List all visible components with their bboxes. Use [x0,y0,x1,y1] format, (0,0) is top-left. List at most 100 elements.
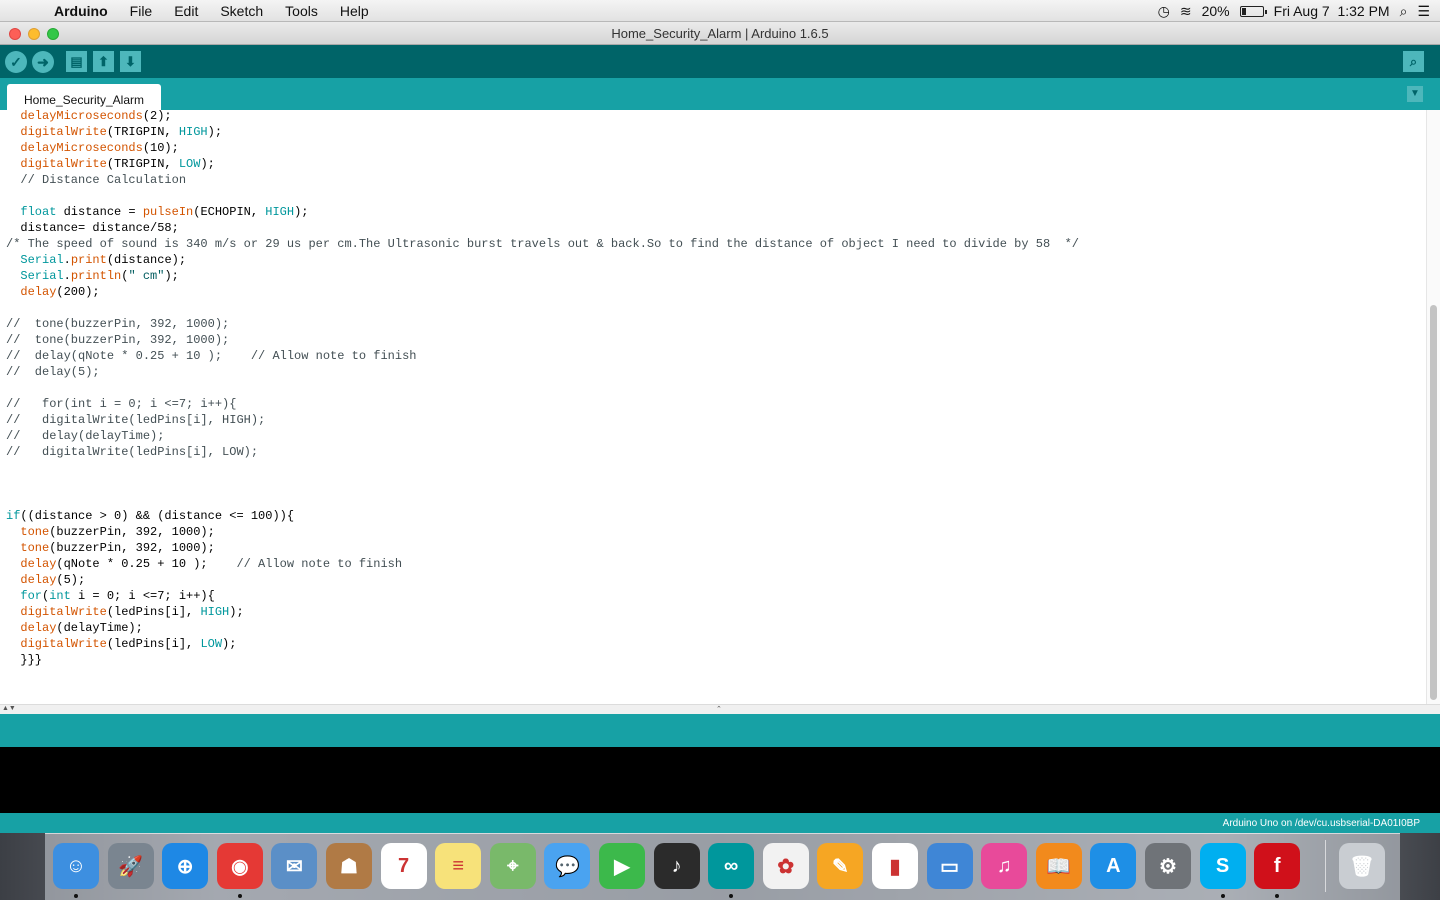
code-token: (buzzerPin, 392, 1000); [49,541,215,555]
code-line[interactable]: digitalWrite(ledPins[i], LOW); [6,636,1079,652]
code-area[interactable]: delayMicroseconds(2); digitalWrite(TRIGPI… [6,110,1079,668]
new-file-icon: ▤ [70,54,83,69]
dock-pages-icon[interactable]: ✎ [817,843,864,889]
save-sketch-button[interactable]: ⬇ [120,51,141,72]
dock-safari-icon[interactable]: ⊕ [162,843,209,889]
clock[interactable]: Fri Aug 7 1:32 PM [1274,3,1390,19]
code-token: tone [20,525,50,539]
code-line[interactable]: tone(buzzerPin, 392, 1000); [6,524,1079,540]
dock-photos-icon[interactable]: ✿ [762,843,809,889]
dock-skype-icon[interactable]: S [1199,843,1246,889]
code-line[interactable]: delay(delayTime); [6,620,1079,636]
code-line[interactable]: digitalWrite(ledPins[i], HIGH); [6,604,1079,620]
code-line[interactable]: delay(200); [6,284,1079,300]
dock-system-preferences-icon[interactable]: ⚙ [1145,843,1191,889]
code-line[interactable]: if((distance > 0) && (distance <= 100)){ [6,508,1079,524]
code-line[interactable]: // for(int i = 0; i <=7; i++){ [6,396,1079,412]
dock-maps-icon[interactable]: ⌖ [489,843,536,889]
code-line[interactable] [6,188,1079,204]
code-token: /* The speed of sound is 340 m/s or 29 u… [6,237,1079,251]
dock-numbers-icon[interactable]: ▮ [872,843,918,889]
divider-grip-icon[interactable]: ⌃ [716,705,722,713]
new-sketch-button[interactable]: ▤ [66,51,87,72]
collapse-arrows-icon[interactable]: ▲▼ [2,705,16,712]
verify-button[interactable]: ✓ [5,51,27,73]
code-token: // delay(qNote * 0.25 + 10 ); // Allow n… [6,349,417,363]
code-line[interactable]: delay(qNote * 0.25 + 10 ); // Allow note… [6,556,1079,572]
code-line[interactable]: // Distance Calculation [6,172,1079,188]
code-line[interactable]: for(int i = 0; i <=7; i++){ [6,588,1079,604]
dock-arduino-icon[interactable]: ∞ [708,843,755,889]
close-window-button[interactable] [9,28,21,40]
code-line[interactable]: tone(buzzerPin, 392, 1000); [6,540,1079,556]
code-token: }}} [20,653,42,667]
code-line[interactable]: // delay(qNote * 0.25 + 10 ); // Allow n… [6,348,1079,364]
vertical-scrollbar[interactable] [1426,110,1440,704]
code-line[interactable]: /* The speed of sound is 340 m/s or 29 u… [6,236,1079,252]
tab-menu-button[interactable]: ▼ [1407,86,1423,102]
code-editor[interactable]: delayMicroseconds(2); digitalWrite(TRIGPI… [0,110,1440,704]
dock-messages-icon[interactable]: 💬 [544,843,591,889]
tab-home-security-alarm[interactable]: Home_Security_Alarm [7,84,161,110]
code-line[interactable] [6,300,1079,316]
code-line[interactable]: distance= distance/58; [6,220,1079,236]
code-line[interactable]: delay(5); [6,572,1079,588]
dock-facetime-icon[interactable]: ▶ [599,843,645,889]
code-line[interactable]: // delay(5); [6,364,1079,380]
dock-chrome-icon[interactable]: ◉ [216,843,263,889]
minimize-window-button[interactable] [28,28,40,40]
code-line[interactable]: // tone(buzzerPin, 392, 1000); [6,332,1079,348]
code-line[interactable]: delayMicroseconds(10); [6,140,1079,156]
menu-help[interactable]: Help [329,3,380,19]
menu-edit[interactable]: Edit [163,3,209,19]
chevron-down-icon: ▼ [1410,88,1420,99]
menu-sketch[interactable]: Sketch [209,3,274,19]
code-line[interactable]: // digitalWrite(ledPins[i], LOW); [6,444,1079,460]
code-line[interactable]: }}} [6,652,1079,668]
code-line[interactable] [6,380,1079,396]
code-line[interactable]: Serial.println(" cm"); [6,268,1079,284]
code-token: digitalWrite [20,125,107,139]
code-token: ); [222,637,237,651]
dock-fritzing-icon[interactable]: f [1254,843,1301,889]
code-line[interactable]: delayMicroseconds(2); [6,110,1079,124]
code-line[interactable]: float distance = pulseIn(ECHOPIN, HIGH); [6,204,1079,220]
code-line[interactable]: Serial.print(distance); [6,252,1079,268]
battery-icon[interactable] [1239,5,1267,17]
dock-trash-icon[interactable]: 🗑 [1339,843,1385,889]
dock-app-store-icon[interactable]: A [1090,843,1137,889]
dock-notes-icon[interactable]: ≡ [435,843,482,889]
dock-contacts-icon[interactable]: ☗ [326,843,372,889]
vertical-scrollbar-thumb[interactable] [1430,305,1437,700]
dock-itunes-icon[interactable]: ♫ [981,843,1028,889]
code-line[interactable]: // tone(buzzerPin, 392, 1000); [6,316,1079,332]
code-token: // for(int i = 0; i <=7; i++){ [6,397,237,411]
time-machine-icon[interactable]: ◷ [1158,3,1170,20]
notification-center-icon[interactable]: ☰ [1417,3,1430,20]
code-line[interactable]: // digitalWrite(ledPins[i], HIGH); [6,412,1079,428]
open-sketch-button[interactable]: ⬆ [93,51,114,72]
dock-calendar-icon[interactable]: 7 [380,843,427,889]
menu-tools[interactable]: Tools [274,3,329,19]
code-line[interactable]: digitalWrite(TRIGPIN, HIGH); [6,124,1079,140]
dock-finder-icon[interactable]: ☺ [53,843,99,889]
editor-divider[interactable]: ▲▼ ⌃ [0,704,1440,714]
zoom-window-button[interactable] [47,28,59,40]
serial-monitor-button[interactable]: ⌕ [1403,51,1424,72]
menu-app-name[interactable]: Arduino [54,3,119,19]
dock-keynote-icon[interactable]: ▭ [926,843,973,889]
wifi-icon[interactable]: ≋ [1180,3,1192,20]
code-line[interactable] [6,460,1079,476]
dock-ibooks-icon[interactable]: 📖 [1035,843,1082,889]
code-line[interactable] [6,476,1079,492]
code-line[interactable]: digitalWrite(TRIGPIN, LOW); [6,156,1079,172]
code-line[interactable] [6,492,1079,508]
code-line[interactable]: // delay(delayTime); [6,428,1079,444]
menu-file[interactable]: File [119,3,164,19]
code-token: (ledPins[i], [106,637,201,651]
dock-dashboard-icon[interactable]: ♪ [653,843,700,889]
dock-launchpad-icon[interactable]: 🚀 [107,843,154,889]
upload-button[interactable]: ➜ [32,51,54,73]
dock-mail-icon[interactable]: ✉ [271,843,318,889]
spotlight-search-icon[interactable]: ⌕ [1400,3,1408,20]
